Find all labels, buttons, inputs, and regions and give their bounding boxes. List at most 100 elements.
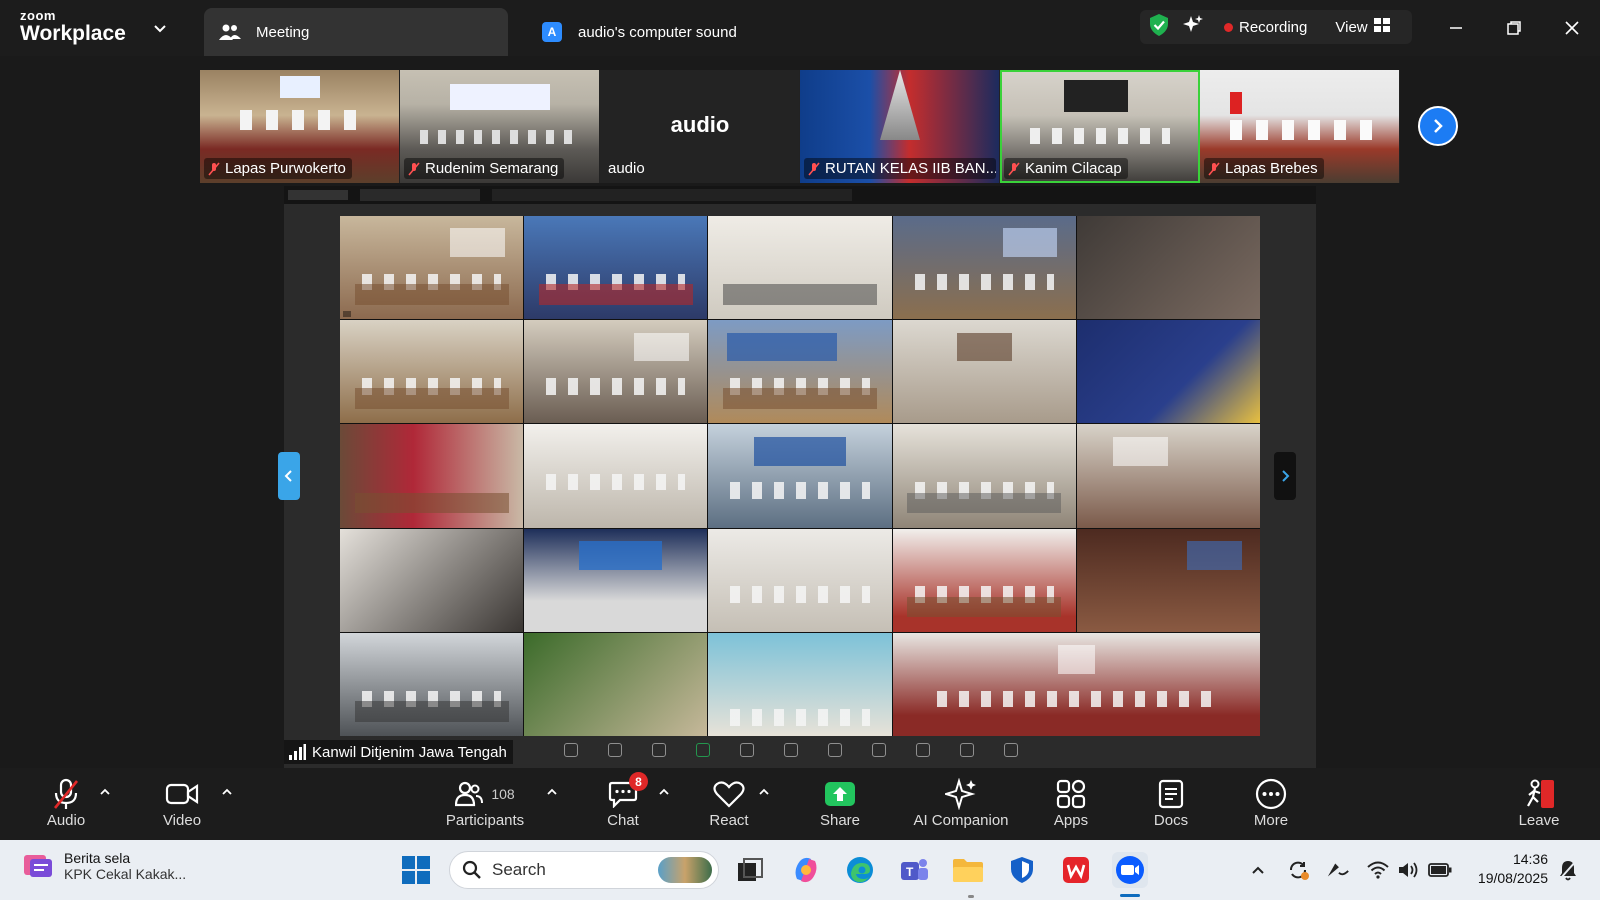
video-screen — [1064, 80, 1128, 112]
taskbar-search-input[interactable]: Search — [449, 851, 719, 889]
restore-icon[interactable] — [1500, 14, 1528, 42]
participant-tile[interactable]: Rudenim Semarang — [400, 70, 600, 183]
copilot-icon[interactable] — [788, 852, 824, 888]
gallery-cell — [708, 632, 892, 736]
more-ellipsis-icon — [1255, 778, 1287, 810]
battery-icon[interactable] — [1428, 858, 1452, 882]
leave-button[interactable]: Leave — [1518, 776, 1560, 829]
gallery-cell — [340, 424, 524, 528]
heart-icon — [713, 781, 745, 808]
participant-tile[interactable]: Kanim Cilacap — [1000, 70, 1200, 183]
participant-name-label: Lapas Brebes — [1204, 158, 1324, 179]
gallery-cell — [892, 320, 1076, 424]
edge-browser-icon[interactable] — [842, 852, 878, 888]
leave-label: Leave — [1518, 812, 1560, 829]
share-button[interactable]: Share — [818, 776, 862, 829]
shared-brand-thumbnail — [288, 190, 348, 200]
clock-time: 14:36 — [1512, 851, 1548, 867]
minimize-icon[interactable] — [1442, 14, 1470, 42]
participant-tile[interactable]: RUTAN KELAS IIB BAN... — [800, 70, 1000, 183]
chat-unread-badge: 8 — [629, 772, 648, 791]
ai-sparkle-icon[interactable] — [1182, 14, 1204, 40]
clock-date: 19/08/2025 — [1477, 870, 1548, 886]
sync-icon[interactable] — [1286, 858, 1310, 882]
participants-options-caret-icon[interactable] — [546, 786, 558, 798]
teams-icon[interactable]: T — [896, 852, 932, 888]
zoom-app-icon[interactable] — [1112, 852, 1148, 888]
notification-bell-icon[interactable] — [1556, 858, 1580, 882]
news-widget[interactable]: Berita sela KPK Cekal Kakak... — [22, 850, 186, 882]
signal-strength-icon — [289, 744, 306, 760]
brand-workplace-text: Workplace — [20, 22, 126, 45]
video-people — [1030, 128, 1170, 144]
react-button[interactable]: React — [708, 776, 750, 829]
more-button[interactable]: More — [1250, 776, 1292, 829]
gallery-cell — [892, 528, 1076, 632]
gallery-cell — [340, 632, 524, 736]
participant-name-label: Rudenim Semarang — [404, 158, 565, 179]
audio-button[interactable]: Audio — [40, 776, 92, 829]
tab-meeting[interactable]: Meeting — [204, 8, 508, 56]
docs-button[interactable]: Docs — [1150, 776, 1192, 829]
participant-tile[interactable]: audio audio — [600, 70, 800, 183]
mic-muted-icon — [808, 161, 820, 176]
zoom-workplace-logo[interactable]: zoom Workplace — [20, 9, 126, 44]
shared-toolbar-thumbnail — [564, 738, 1124, 762]
chat-options-caret-icon[interactable] — [658, 786, 670, 798]
react-options-caret-icon[interactable] — [758, 786, 770, 798]
file-explorer-icon[interactable] — [950, 852, 986, 888]
pen-ink-icon[interactable] — [1326, 858, 1350, 882]
security-shield-icon[interactable] — [1004, 852, 1040, 888]
search-icon — [462, 860, 481, 879]
task-view-icon[interactable] — [732, 852, 768, 888]
news-headline-title: Berita sela — [64, 850, 131, 866]
mic-muted-icon — [53, 778, 79, 809]
video-options-caret-icon[interactable] — [221, 786, 233, 798]
system-clock[interactable]: 14:36 19/08/2025 — [1466, 850, 1548, 888]
gallery-cell — [708, 424, 892, 528]
shared-next-arrow — [1274, 452, 1296, 500]
news-widget-icon — [24, 855, 52, 877]
video-flag — [1230, 92, 1242, 114]
participant-tile[interactable]: Lapas Purwokerto — [200, 70, 400, 183]
video-button[interactable]: Video — [156, 776, 208, 829]
mic-muted-icon — [1008, 161, 1020, 176]
tab-computer-sound[interactable]: A audio's computer sound — [526, 8, 826, 56]
participants-button[interactable]: 108 Participants — [440, 776, 530, 829]
apps-label: Apps — [1053, 812, 1089, 829]
apps-button[interactable]: Apps — [1050, 776, 1092, 829]
windows-start-icon[interactable] — [398, 852, 434, 888]
shield-icon[interactable] — [1148, 13, 1170, 41]
strip-next-page-button[interactable] — [1418, 106, 1458, 146]
participant-tile[interactable]: Lapas Brebes — [1200, 70, 1400, 183]
ai-companion-sparkle-icon — [945, 778, 976, 810]
wps-office-icon[interactable] — [1058, 852, 1094, 888]
show-hidden-icons-chevron-icon[interactable] — [1246, 858, 1270, 882]
volume-icon[interactable] — [1396, 858, 1420, 882]
video-people — [420, 130, 580, 144]
tab-computer-sound-label: audio's computer sound — [578, 23, 737, 41]
wifi-icon[interactable] — [1366, 858, 1390, 882]
chevron-down-icon[interactable] — [152, 20, 168, 36]
docs-label: Docs — [1153, 812, 1189, 829]
ai-companion-label: AI Companion — [913, 812, 1009, 829]
participants-icon — [455, 781, 484, 807]
gallery-cell — [1076, 320, 1260, 424]
recording-label: Recording — [1239, 18, 1308, 36]
react-label: React — [709, 812, 749, 829]
shared-screen-titlebar — [284, 186, 1316, 204]
windows-taskbar: Berita sela KPK Cekal Kakak... Search T — [0, 840, 1600, 900]
audio-options-caret-icon[interactable] — [99, 786, 111, 798]
ai-companion-button[interactable]: AI Companion — [906, 776, 1016, 829]
view-button[interactable]: View — [1335, 18, 1390, 36]
participants-count: 108 — [491, 786, 515, 802]
chat-button[interactable]: 8 Chat — [602, 772, 648, 829]
shared-screen[interactable]: Kanwil Ditjenim Jawa Tengah — [278, 186, 1316, 768]
gallery-cell — [340, 216, 524, 320]
more-label: More — [1253, 812, 1289, 829]
mic-muted-icon — [408, 161, 420, 176]
leave-door-icon — [1527, 779, 1554, 808]
close-icon[interactable] — [1558, 14, 1586, 42]
shared-tab-thumbnail — [492, 189, 852, 201]
recording-indicator[interactable]: Recording — [1224, 19, 1307, 36]
